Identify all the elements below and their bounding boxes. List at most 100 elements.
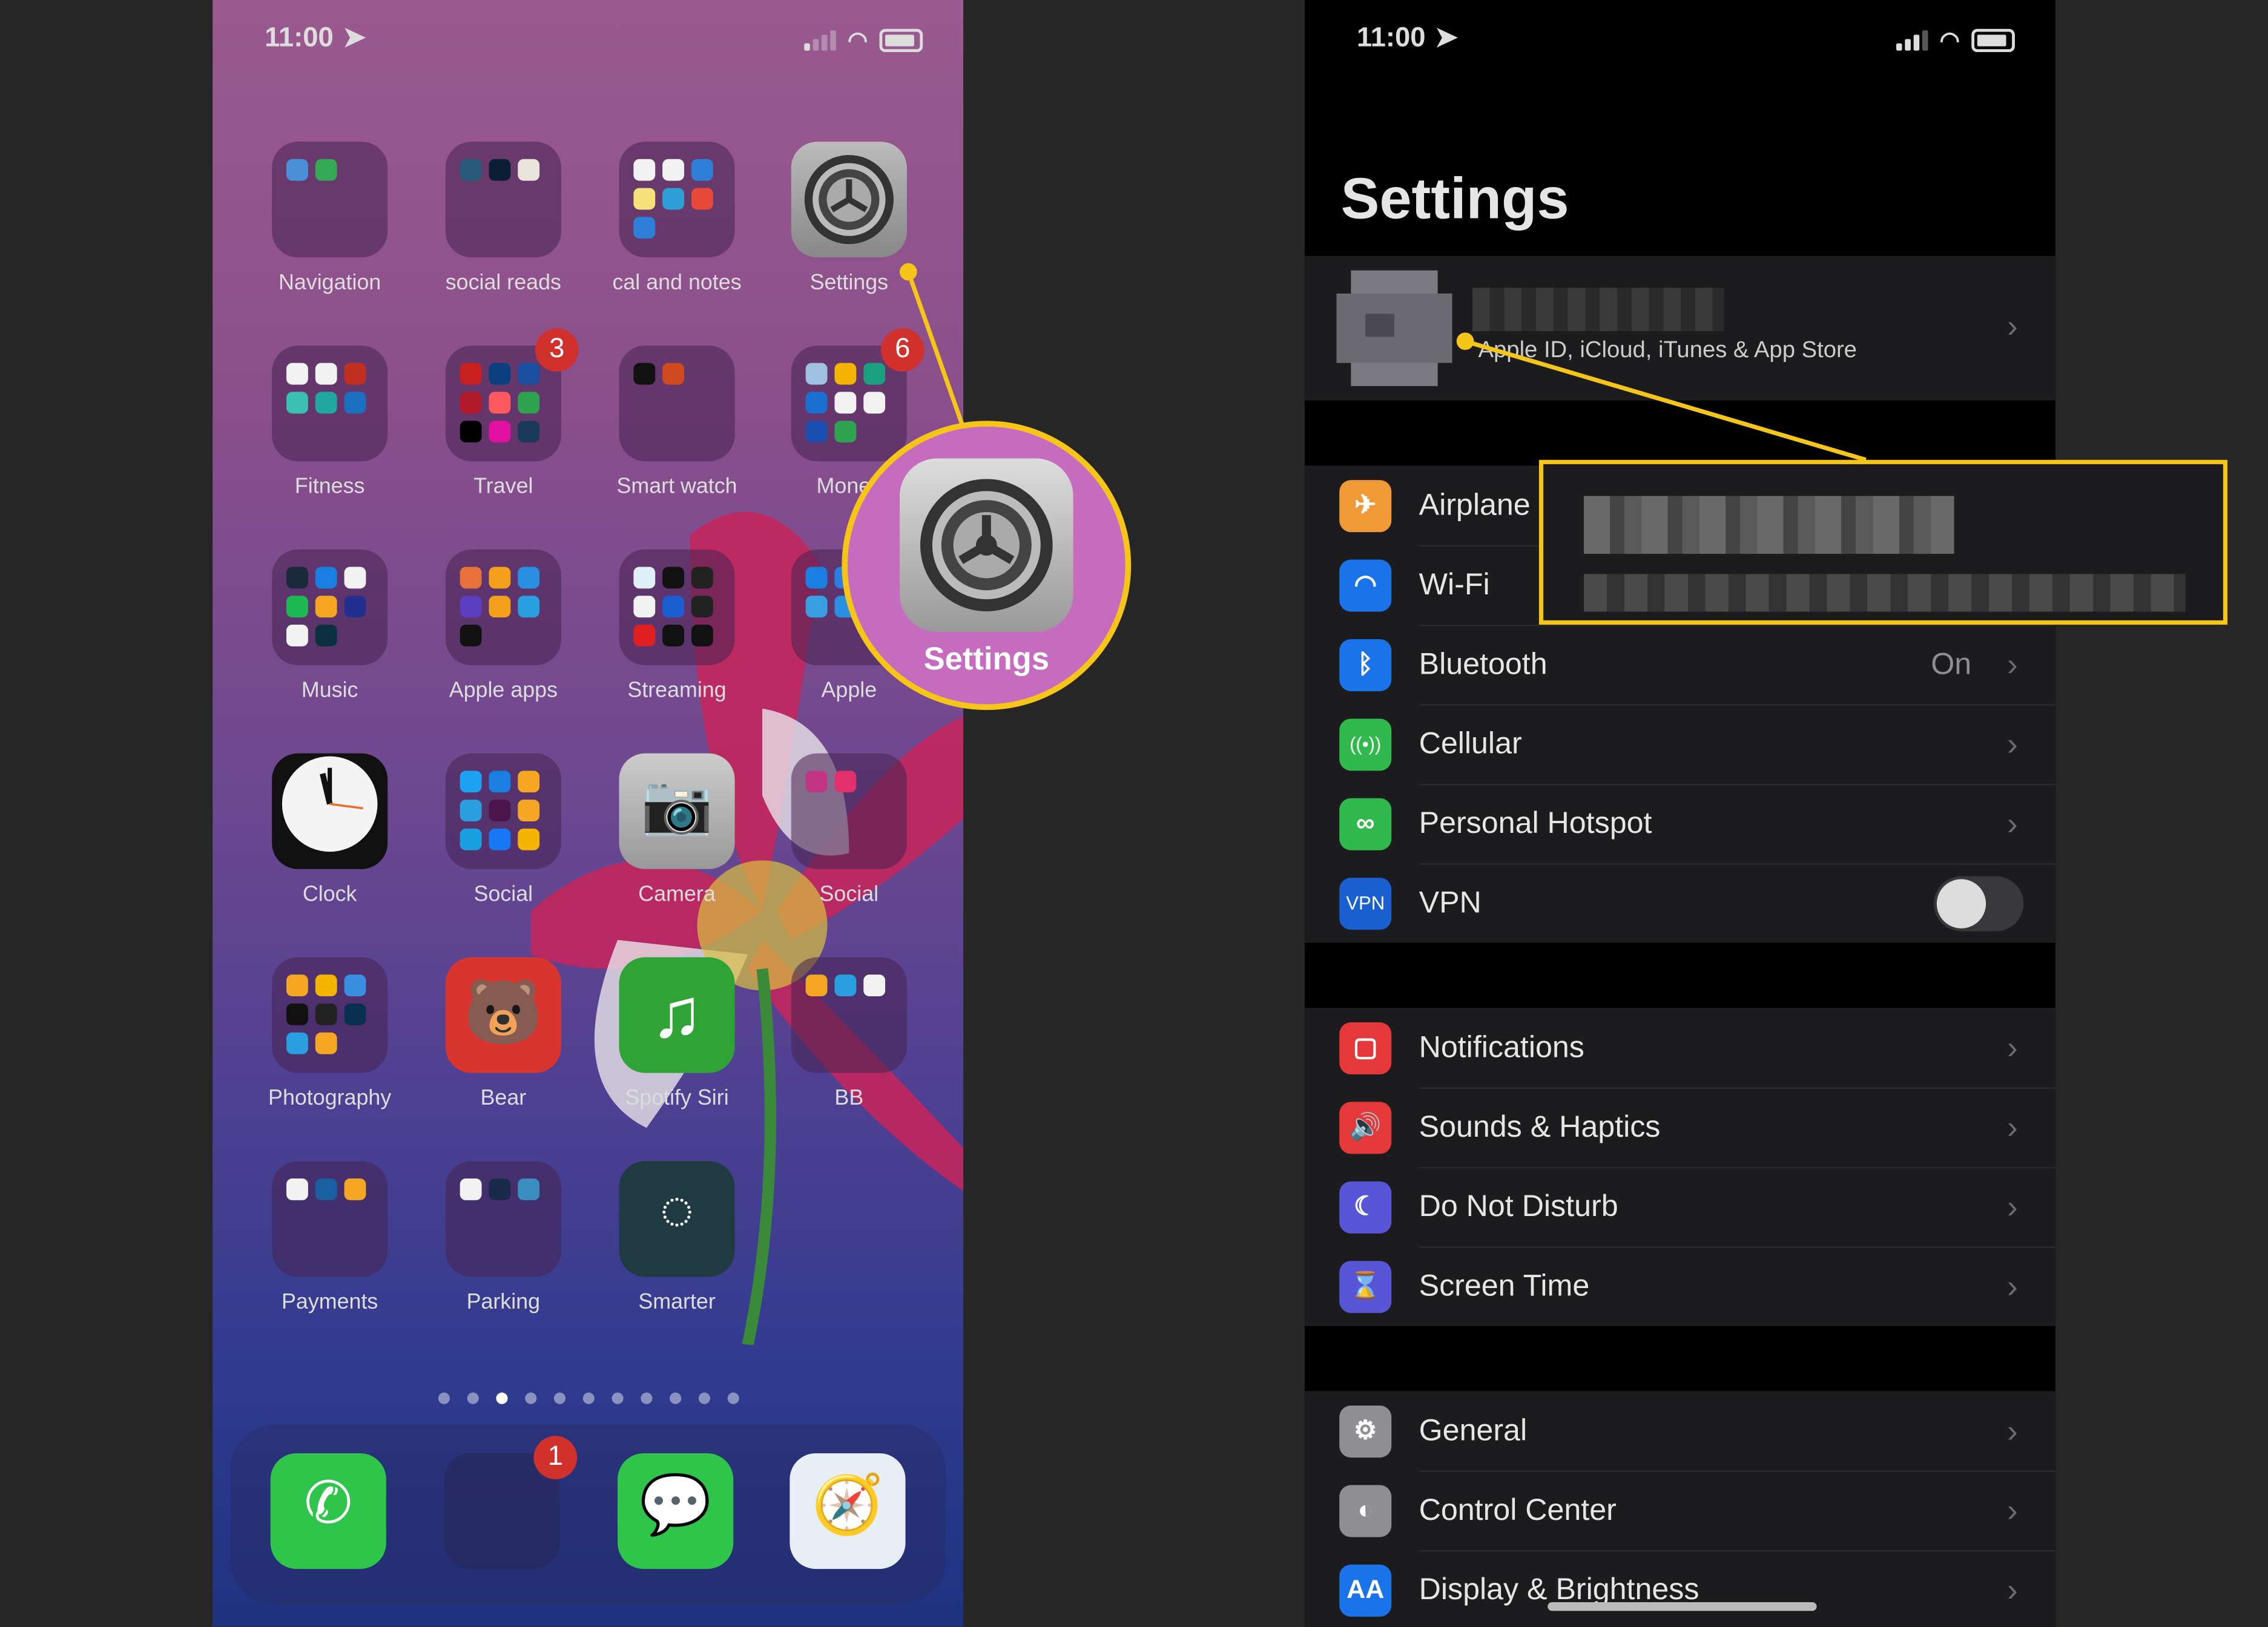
mini-app-icon	[805, 771, 828, 793]
app-smarter-22[interactable]: ◌ Smarter	[605, 1161, 750, 1315]
mini-app-icon	[633, 596, 656, 618]
app-social-13[interactable]: Social	[431, 753, 576, 907]
home-indicator[interactable]	[1548, 1602, 1817, 1611]
chevron-right-icon: ›	[2007, 1267, 2018, 1304]
page-dot[interactable]	[582, 1392, 594, 1404]
status-time: 11:00	[1356, 23, 1426, 54]
mini-app-icon	[863, 392, 886, 414]
app-label: Navigation	[278, 270, 381, 295]
folder-icon	[272, 1161, 388, 1277]
settings-row-personal-hotspot[interactable]: ∞ Personal Hotspot ›	[1305, 784, 2055, 864]
app-streaming-10[interactable]: Streaming	[605, 549, 750, 703]
vpn-toggle[interactable]	[1934, 875, 2024, 931]
app-label: Social	[819, 882, 879, 907]
notification-badge: 3	[535, 328, 579, 372]
battery-icon	[1971, 28, 2015, 53]
mini-app-icon	[315, 392, 337, 414]
app-bb-19[interactable]: BB	[777, 957, 921, 1111]
mini-app-icon	[286, 1003, 308, 1025]
page-title: Settings	[1340, 168, 1569, 232]
app-navigation-0[interactable]: Navigation	[257, 142, 402, 295]
settings-row-display-brightness[interactable]: AA Display & Brightness ›	[1305, 1550, 2055, 1627]
page-dot[interactable]	[437, 1392, 449, 1404]
wifi-icon: ◠	[1939, 28, 1960, 54]
app-parking-21[interactable]: Parking	[431, 1161, 576, 1315]
app-travel-5[interactable]: 3 Travel	[431, 328, 579, 499]
dock-phone[interactable]: ✆	[256, 1453, 401, 1569]
app-spotify-siri-18[interactable]: ♫ Spotify Siri	[605, 957, 750, 1111]
page-dot[interactable]	[640, 1392, 652, 1404]
page-dot[interactable]	[727, 1392, 739, 1404]
bluetooth-icon: ᛒ	[1339, 638, 1392, 691]
app-smart-watch-6[interactable]: Smart watch	[605, 345, 750, 499]
app-fitness-4[interactable]: Fitness	[257, 345, 402, 499]
app-social-reads-1[interactable]: social reads	[431, 142, 576, 295]
page-dot[interactable]	[466, 1392, 478, 1404]
row-value: On	[1931, 647, 1972, 681]
mini-app-icon	[662, 159, 684, 181]
app-clock-12[interactable]: Clock	[257, 753, 402, 907]
mini-app-icon	[518, 159, 540, 181]
settings-row-notifications[interactable]: ▢ Notifications ›	[1305, 1008, 2055, 1088]
app-label: Parking	[466, 1289, 541, 1315]
chevron-right-icon: ›	[2007, 1108, 2018, 1145]
mini-app-icon	[315, 567, 337, 589]
app-label: Bear	[480, 1086, 527, 1111]
chevron-right-icon: ›	[2007, 725, 2018, 761]
mini-app-icon	[691, 625, 713, 646]
settings-row-cellular[interactable]: ((•)) Cellular ›	[1305, 704, 2055, 785]
page-indicator[interactable]	[213, 1392, 963, 1404]
page-dot[interactable]	[697, 1392, 710, 1404]
app-settings-3[interactable]: Settings	[777, 142, 921, 295]
dock-mail-folder[interactable]: 1	[430, 1436, 578, 1569]
page-dot[interactable]	[495, 1392, 507, 1404]
status-time: 11:00	[265, 23, 334, 54]
mini-app-icon	[489, 567, 511, 589]
settings-row-screen-time[interactable]: ⌛ Screen Time ›	[1305, 1246, 2055, 1326]
page-dot[interactable]	[524, 1392, 536, 1404]
app-cal-and-notes-2[interactable]: cal and notes	[605, 142, 750, 295]
pixelated-email	[1583, 574, 2186, 612]
mini-app-icon	[460, 421, 482, 443]
app-bear-17[interactable]: 🐻 Bear	[431, 957, 576, 1111]
row-label: Do Not Disturb	[1419, 1166, 2055, 1247]
apple-id-row[interactable]: Apple ID, iCloud, iTunes & App Store ›	[1304, 255, 2055, 401]
row-label: Sounds & Haptics	[1419, 1086, 2055, 1168]
mini-app-icon	[286, 596, 308, 618]
mini-app-icon	[863, 975, 886, 997]
app-camera-14[interactable]: 📷 Camera	[605, 753, 750, 907]
settings-row-sounds-haptics[interactable]: 🔊 Sounds & Haptics ›	[1305, 1086, 2055, 1168]
page-dot[interactable]	[553, 1392, 565, 1404]
page-dot[interactable]	[611, 1392, 623, 1404]
app-music-8[interactable]: Music	[257, 549, 402, 703]
account-name-pixelated	[1472, 288, 1724, 332]
app-photography-16[interactable]: Photography	[257, 957, 402, 1111]
mini-app-icon	[662, 596, 684, 618]
settings-row-bluetooth[interactable]: ᛒ Bluetooth On ›	[1305, 625, 2055, 705]
settings-row-general[interactable]: ⚙ General ›	[1305, 1390, 2055, 1471]
dock-messages[interactable]: 💬	[603, 1453, 748, 1569]
text-size-icon: AA	[1339, 1563, 1392, 1616]
mini-app-icon	[315, 363, 337, 385]
mini-app-icon	[518, 828, 540, 850]
app-payments-20[interactable]: Payments	[257, 1161, 402, 1315]
location-arrow-icon: ➤	[1434, 23, 1458, 54]
status-bar: 11:00 ➤ ◠	[1357, 20, 2015, 61]
page-dot[interactable]	[668, 1392, 681, 1404]
mini-app-icon	[315, 975, 337, 997]
settings-row-control-center[interactable]: ◐ Control Center ›	[1305, 1471, 2055, 1551]
dock-safari[interactable]: 🧭	[776, 1453, 920, 1569]
chevron-right-icon: ›	[2007, 1188, 2018, 1224]
settings-row-vpn[interactable]: VPN VPN	[1305, 863, 2055, 942]
location-arrow-icon: ➤	[343, 23, 366, 54]
app-label: Settings	[809, 270, 889, 295]
app-social-15[interactable]: Social	[777, 753, 921, 907]
row-label: General	[1419, 1390, 2055, 1471]
app-label: cal and notes	[612, 270, 742, 295]
folder-icon	[791, 753, 907, 869]
settings-row-do-not-disturb[interactable]: ☾ Do Not Disturb ›	[1305, 1166, 2055, 1247]
app-apple-apps-9[interactable]: Apple apps	[431, 549, 576, 703]
app-label: Payments	[281, 1289, 378, 1315]
cellular-antenna-icon: ((•))	[1339, 718, 1392, 771]
mini-app-icon	[315, 1003, 337, 1025]
